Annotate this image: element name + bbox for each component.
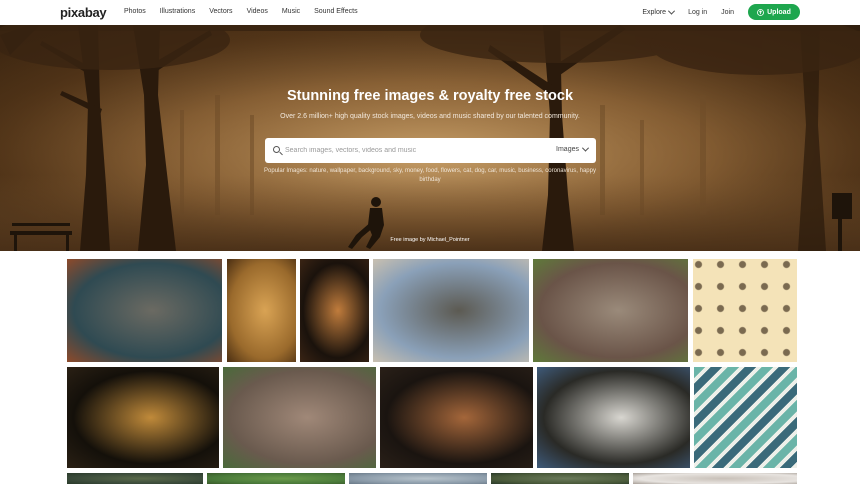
- hero-title: Stunning free images & royalty free stoc…: [286, 88, 574, 104]
- nav-music[interactable]: Music: [282, 8, 300, 15]
- hero-subtitle: Over 2.6 million+ high quality stock ima…: [280, 113, 580, 120]
- gallery-image-row3-5[interactable]: [633, 473, 797, 484]
- login-link[interactable]: Log in: [688, 9, 707, 16]
- nav-vectors[interactable]: Vectors: [209, 8, 232, 15]
- top-navigation-bar: pixabay Photos Illustrations Vectors Vid…: [0, 0, 860, 25]
- nav-videos[interactable]: Videos: [247, 8, 268, 15]
- media-type-select[interactable]: Images: [556, 144, 590, 153]
- gallery-image-fox[interactable]: [380, 367, 533, 468]
- chevron-down-icon: [668, 7, 676, 15]
- gallery-image-old-town[interactable]: [373, 259, 529, 362]
- join-link[interactable]: Join: [721, 9, 734, 16]
- upload-label: Upload: [767, 8, 791, 16]
- gallery-image-teal-chevron[interactable]: [694, 367, 797, 468]
- nav-illustrations[interactable]: Illustrations: [160, 8, 195, 15]
- popular-searches[interactable]: Popular Images: nature, wallpaper, backg…: [262, 167, 598, 185]
- explore-label: Explore: [642, 8, 667, 16]
- upload-icon: [757, 8, 765, 16]
- explore-menu[interactable]: Explore: [642, 7, 676, 16]
- gallery-image-coffee-pattern[interactable]: [693, 259, 797, 362]
- search-bar: Images: [265, 138, 596, 163]
- upload-button[interactable]: Upload: [748, 4, 800, 20]
- nav-photos[interactable]: Photos: [124, 8, 146, 15]
- gallery-image-sparrow-on-branch[interactable]: [533, 259, 688, 362]
- chevron-down-icon: [581, 144, 590, 152]
- gallery-image-river-stones[interactable]: [223, 367, 376, 468]
- nav-sound-effects[interactable]: Sound Effects: [314, 8, 357, 15]
- gallery-image-vase-by-window[interactable]: [537, 367, 690, 468]
- image-credit[interactable]: Free image by Michael_Pointner: [0, 237, 860, 243]
- pixabay-logo[interactable]: pixabay: [60, 5, 107, 20]
- gallery-image-bee-macro[interactable]: [67, 367, 219, 468]
- gallery-image-row3-2[interactable]: [207, 473, 345, 484]
- gallery-image-dark-leaves[interactable]: [300, 259, 369, 362]
- account-nav: Explore Log in Join Upload: [642, 4, 800, 20]
- main-nav: Photos Illustrations Vectors Videos Musi…: [124, 8, 372, 15]
- gallery-image-row3-3[interactable]: [349, 473, 487, 484]
- gallery-image-row3-4[interactable]: [491, 473, 629, 484]
- gallery-image-rocks-and-sea[interactable]: [67, 259, 222, 362]
- gallery-image-row3-1[interactable]: [67, 473, 203, 484]
- gallery-image-lion[interactable]: [227, 259, 296, 362]
- search-icon[interactable]: [273, 146, 280, 153]
- media-type-label: Images: [556, 146, 579, 153]
- hero-banner: Stunning free images & royalty free stoc…: [0, 25, 860, 251]
- search-input[interactable]: [285, 144, 535, 157]
